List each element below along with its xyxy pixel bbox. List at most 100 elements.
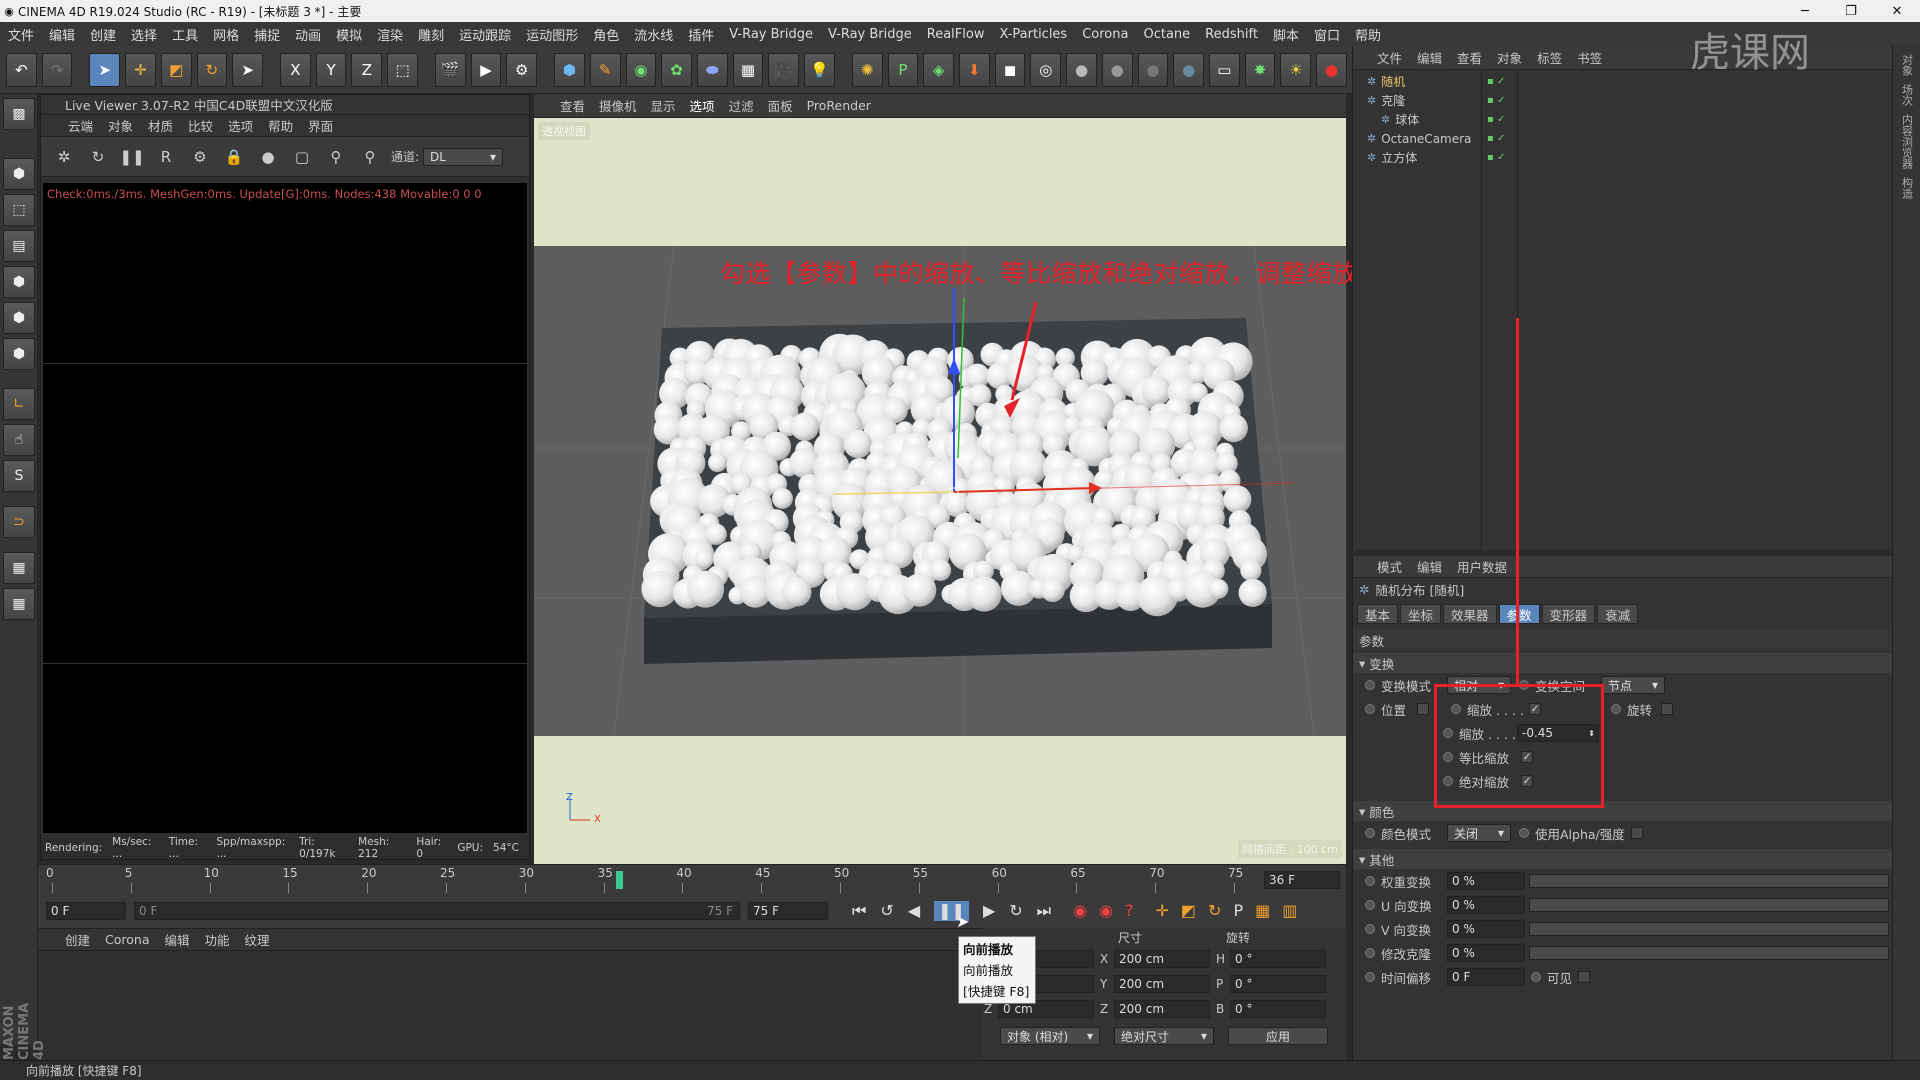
menu-item-24[interactable]: 窗口: [1314, 25, 1340, 44]
next-frame-icon[interactable]: ▶: [983, 901, 995, 921]
lv-menu-item-2[interactable]: 材质: [148, 116, 173, 135]
region-render-icon[interactable]: R: [153, 144, 179, 170]
menu-item-9[interactable]: 渲染: [377, 25, 403, 44]
apply-button[interactable]: 应用: [1228, 1027, 1328, 1045]
view-mode-icon[interactable]: ▩: [3, 98, 35, 130]
right-tab-2[interactable]: 内容浏览器: [1899, 114, 1915, 169]
timeline-ruler[interactable]: 0 5 10 15 20 25 30 35 40 45 50 55 60 65 70 75 36 F: [38, 864, 1346, 894]
object-row[interactable]: ✲ 克隆 ▪ ✓: [1353, 91, 1892, 110]
lv-menu-item-5[interactable]: 帮助: [268, 116, 293, 135]
pick-material-icon[interactable]: ⚲: [357, 144, 383, 170]
scale-tool-button[interactable]: ◩: [160, 52, 192, 87]
lv-menu-item-4[interactable]: 选项: [228, 116, 253, 135]
render-settings-icon[interactable]: ⚙: [506, 52, 538, 87]
material-menu-item-0[interactable]: 创建: [65, 930, 90, 949]
octane-target-icon[interactable]: ◎: [1030, 52, 1062, 87]
other-param-field[interactable]: 0 %: [1447, 920, 1525, 938]
coord-rotation-field[interactable]: 0 °: [1230, 949, 1326, 968]
menu-item-16[interactable]: V-Ray Bridge: [729, 27, 813, 42]
other-param-radio[interactable]: [1365, 948, 1375, 958]
lv-menu-item-6[interactable]: 界面: [308, 116, 333, 135]
pen-spline-icon[interactable]: ✎: [589, 52, 621, 87]
menu-item-5[interactable]: 网格: [213, 25, 239, 44]
visibility-dots-icon[interactable]: ▪ ✓: [1487, 114, 1505, 125]
redo-button[interactable]: ↷: [41, 52, 73, 87]
settings-gear-icon[interactable]: ⚙: [187, 144, 213, 170]
key-pla-icon[interactable]: ▦: [1255, 901, 1270, 921]
coord-size-field[interactable]: 200 cm: [1114, 999, 1210, 1018]
key-rotation-icon[interactable]: ↻: [1208, 901, 1221, 921]
key-scale-icon[interactable]: ◩: [1181, 901, 1196, 921]
lv-menu-item-1[interactable]: 对象: [108, 116, 133, 135]
visibility-dots-icon[interactable]: ▪ ✓: [1487, 152, 1505, 163]
menu-item-18[interactable]: RealFlow: [927, 27, 985, 42]
menu-item-0[interactable]: 文件: [8, 25, 34, 44]
magnet-icon[interactable]: ⊃: [3, 506, 35, 538]
menu-item-11[interactable]: 运动跟踪: [459, 25, 511, 44]
end-frame-field[interactable]: 75 F: [748, 902, 828, 920]
material-menu-item-1[interactable]: Corona: [105, 932, 149, 947]
size-mode-select[interactable]: 绝对尺寸 ▾: [1114, 1027, 1214, 1045]
rotate-checkbox[interactable]: [1661, 703, 1673, 715]
coordinate-system-button[interactable]: ⬚: [387, 52, 418, 87]
objmgr-menu-item-3[interactable]: 对象: [1497, 48, 1522, 67]
material-sphere-1-icon[interactable]: ●: [1066, 52, 1097, 87]
restart-icon[interactable]: ↻: [85, 144, 111, 170]
edges-mode-icon[interactable]: ⬢: [3, 302, 35, 334]
material-sphere-2-icon[interactable]: ●: [1101, 52, 1133, 87]
color-mode-select[interactable]: 关闭 ▾: [1447, 824, 1511, 842]
pause-icon[interactable]: ❚❚: [119, 144, 145, 170]
sun-light-icon[interactable]: ☀: [1280, 52, 1312, 87]
menu-item-12[interactable]: 运动图形: [526, 25, 578, 44]
frame-range-slider[interactable]: 0 F 75 F: [134, 902, 740, 920]
other-param-slider[interactable]: [1529, 946, 1889, 960]
undo-button[interactable]: ↶: [6, 52, 37, 87]
object-row[interactable]: ✲ 立方体 ▪ ✓: [1353, 148, 1892, 167]
goto-end-icon[interactable]: ⏭: [1037, 901, 1051, 921]
axis-mode-icon[interactable]: ∟: [3, 388, 35, 420]
lock-icon[interactable]: 🔒: [221, 144, 247, 170]
viewport-menu-item-6[interactable]: ProRender: [807, 98, 871, 113]
time-offset-radio[interactable]: [1365, 972, 1375, 982]
polygons-mode-icon[interactable]: ⬢: [3, 338, 35, 370]
auto-key-icon[interactable]: ◉: [1099, 901, 1113, 921]
menu-item-4[interactable]: 工具: [172, 25, 198, 44]
visible-radio[interactable]: [1531, 972, 1541, 982]
menu-item-1[interactable]: 编辑: [49, 25, 75, 44]
attr-menu-item-0[interactable]: 模式: [1377, 557, 1402, 576]
menu-item-6[interactable]: 捕捉: [254, 25, 280, 44]
attr-menu-item-2[interactable]: 用户数据: [1457, 557, 1507, 576]
visibility-dots-icon[interactable]: ▪ ✓: [1487, 76, 1505, 87]
coord-rotation-field[interactable]: 0 °: [1230, 974, 1326, 993]
visibility-dots-icon[interactable]: ▪ ✓: [1487, 133, 1505, 144]
menu-item-22[interactable]: Redshift: [1205, 27, 1258, 42]
workplane-mode-icon[interactable]: ▤: [3, 230, 35, 262]
grid-lock-icon[interactable]: ▦: [3, 588, 35, 620]
p2c-icon[interactable]: P: [887, 52, 919, 87]
select-tool-button[interactable]: ➤: [89, 52, 121, 87]
keyframe-selection-icon[interactable]: ?: [1125, 901, 1134, 921]
cube-primitive-icon[interactable]: ⬢: [554, 52, 585, 87]
objmgr-menu-item-5[interactable]: 书签: [1577, 48, 1602, 67]
area-light-icon[interactable]: ▭: [1209, 52, 1240, 87]
menu-item-3[interactable]: 选择: [131, 25, 157, 44]
texture-mode-icon[interactable]: ⬚: [3, 194, 35, 226]
channel-select[interactable]: DL ▾: [423, 147, 504, 166]
record-keys-icon[interactable]: ◉: [1073, 901, 1087, 921]
package-icon[interactable]: ◈: [923, 52, 954, 87]
octane-render-icon[interactable]: ◼: [994, 52, 1026, 87]
tweak-mode-icon[interactable]: ☝: [3, 424, 35, 456]
transform-space-select[interactable]: 节点 ▾: [1601, 676, 1665, 694]
position-radio[interactable]: [1365, 704, 1375, 714]
attr-tab-4[interactable]: 变形器: [1541, 604, 1596, 624]
menu-item-13[interactable]: 角色: [593, 25, 619, 44]
rotate-radio[interactable]: [1611, 704, 1621, 714]
attr-tab-2[interactable]: 效果器: [1443, 604, 1497, 624]
render-view-icon[interactable]: 🎬: [434, 52, 466, 87]
color-mode-radio[interactable]: [1365, 828, 1375, 838]
attr-tab-0[interactable]: 基本: [1357, 604, 1399, 624]
menu-item-8[interactable]: 模拟: [336, 25, 362, 44]
cloner-icon[interactable]: ✿: [661, 52, 692, 87]
material-ball-icon[interactable]: ●: [255, 144, 281, 170]
section-transform[interactable]: ▾ 变换: [1353, 653, 1892, 673]
